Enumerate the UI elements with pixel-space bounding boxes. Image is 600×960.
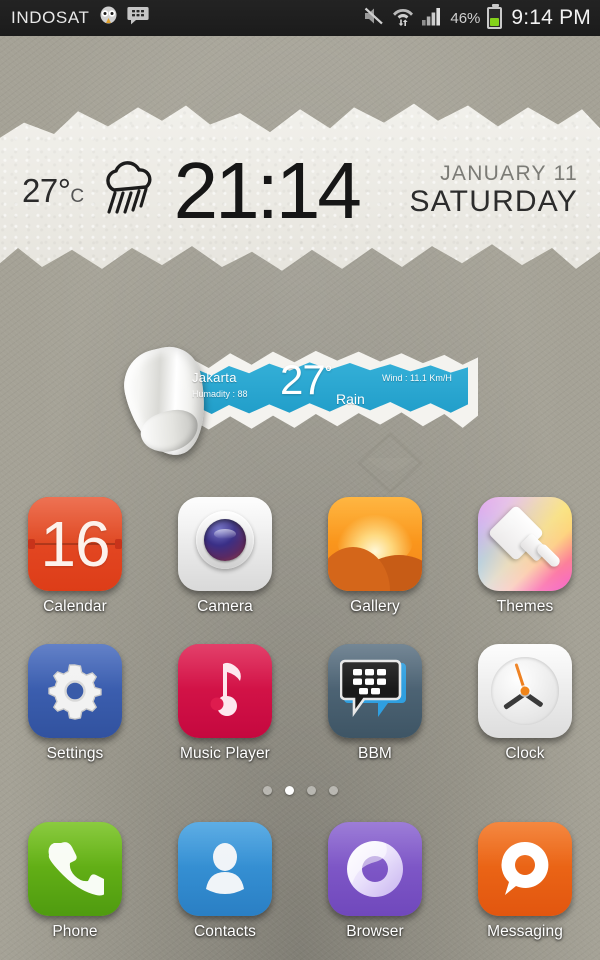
- widget-date: JANUARY 11 SATURDAY: [409, 163, 578, 218]
- camera-icon[interactable]: [178, 497, 272, 591]
- app-gallery[interactable]: Gallery: [300, 497, 450, 616]
- mute-icon: [363, 6, 385, 31]
- music-note-icon[interactable]: [178, 644, 272, 738]
- page-dot-2[interactable]: [284, 786, 294, 795]
- browser-swirl-icon[interactable]: [328, 822, 422, 916]
- battery-icon: [487, 4, 503, 29]
- app-label: BBM: [358, 745, 392, 762]
- app-row-2: Settings Music Player BBM Clock: [0, 644, 600, 763]
- dock: Phone Contacts Browser Messaging: [0, 822, 600, 941]
- carrier-label: INDOSAT: [11, 8, 90, 27]
- rain-cloud-icon: [98, 160, 160, 223]
- analog-clock-icon[interactable]: [478, 644, 572, 738]
- clock-weather-widget[interactable]: 27°C 21:14 JANUARY 11 SATURDAY: [0, 96, 600, 286]
- app-music-player[interactable]: Music Player: [150, 644, 300, 763]
- app-label: Messaging: [487, 923, 563, 940]
- app-messaging[interactable]: Messaging: [450, 822, 600, 941]
- page-dot-4[interactable]: [328, 786, 338, 795]
- app-row-1: 16 Calendar Camera Gallery Themes: [0, 497, 600, 616]
- app-themes[interactable]: Themes: [450, 497, 600, 616]
- page-dot-1[interactable]: [262, 786, 272, 795]
- app-label: Contacts: [194, 923, 256, 940]
- weather-widget[interactable]: Jakarta Humadity : 88 27° Rain Wind : 11…: [116, 340, 478, 464]
- app-bbm[interactable]: BBM: [300, 644, 450, 763]
- wifi-icon: [392, 5, 414, 31]
- app-label: Phone: [52, 923, 98, 940]
- weather-humidity: Humadity : 88: [192, 389, 248, 399]
- app-label: Themes: [496, 598, 554, 615]
- gear-icon[interactable]: [28, 644, 122, 738]
- person-icon[interactable]: [178, 822, 272, 916]
- themes-icon[interactable]: [478, 497, 572, 591]
- app-label: Calendar: [43, 598, 107, 615]
- weather-wind: Wind : 11.1 Km/H: [382, 373, 452, 383]
- app-label: Settings: [46, 745, 104, 762]
- app-camera[interactable]: Camera: [150, 497, 300, 616]
- widget-date-weekday: SATURDAY: [409, 185, 578, 219]
- page-dot-3[interactable]: [306, 786, 316, 795]
- weather-city: Jakarta: [192, 370, 237, 385]
- calendar-icon[interactable]: 16: [28, 497, 122, 591]
- signal-icon: [421, 5, 443, 31]
- app-phone[interactable]: Phone: [0, 822, 150, 941]
- app-label: Clock: [505, 745, 545, 762]
- app-browser[interactable]: Browser: [300, 822, 450, 941]
- status-bar[interactable]: INDOSAT 46% 9:14 PM: [0, 0, 600, 36]
- app-settings[interactable]: Settings: [0, 644, 150, 763]
- phone-handset-icon[interactable]: [28, 822, 122, 916]
- gallery-icon[interactable]: [328, 497, 422, 591]
- speech-bubble-icon[interactable]: [478, 822, 572, 916]
- app-label: Browser: [346, 923, 404, 940]
- bbm-icon[interactable]: [328, 644, 422, 738]
- battery-percent-label: 46%: [450, 9, 481, 27]
- widget-date-month-day: JANUARY 11: [440, 162, 578, 186]
- widget-temperature: 27°C: [22, 172, 84, 209]
- app-clock[interactable]: Clock: [450, 644, 600, 763]
- widget-time: 21:14: [173, 146, 362, 235]
- bbm-icon: [126, 6, 149, 30]
- app-contacts[interactable]: Contacts: [150, 822, 300, 941]
- app-label: Gallery: [350, 598, 400, 615]
- page-indicator[interactable]: [0, 786, 600, 795]
- app-label: Camera: [197, 598, 253, 615]
- app-label: Music Player: [180, 745, 270, 762]
- twitter-bird-icon: [98, 6, 119, 31]
- weather-condition: Rain: [336, 391, 365, 407]
- status-bar-clock: 9:14 PM: [511, 6, 591, 29]
- calendar-day-number: 16: [40, 508, 110, 580]
- app-calendar[interactable]: 16 Calendar: [0, 497, 150, 616]
- weather-temperature: 27°: [280, 356, 332, 403]
